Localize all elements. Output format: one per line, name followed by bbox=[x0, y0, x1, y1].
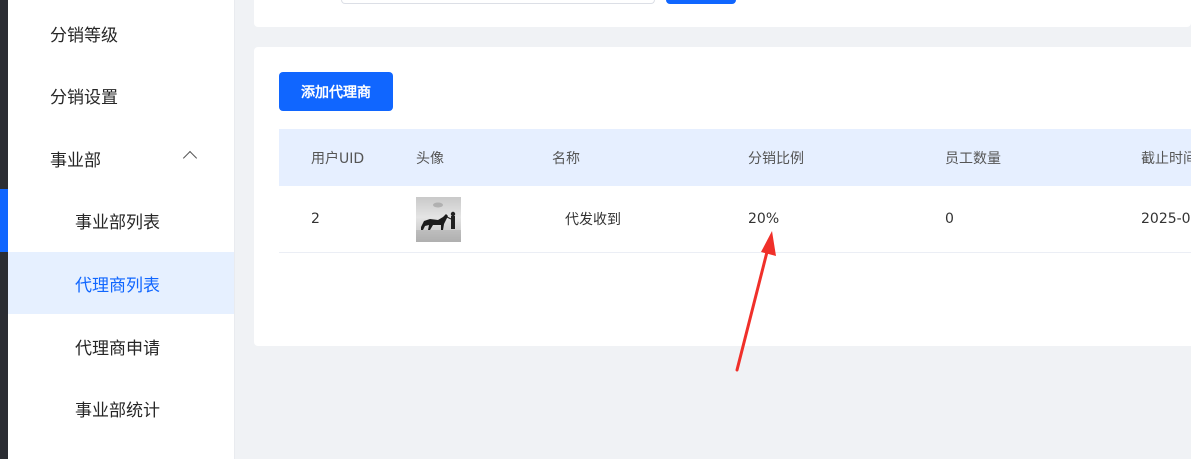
search-button[interactable] bbox=[666, 0, 736, 4]
sidebar-item-agent-list[interactable]: 代理商列表 bbox=[8, 252, 234, 314]
search-card bbox=[254, 0, 1191, 27]
table-header: 用户UID 头像 名称 分销比例 员工数量 截止时间 bbox=[279, 129, 1191, 186]
rail-active-indicator bbox=[0, 189, 8, 252]
table-row[interactable]: 2 代发收到 20% 0 2025-06 bbox=[279, 186, 1191, 253]
sidebar-item-label: 分销等级 bbox=[50, 25, 118, 46]
sidebar-item-label: 分销设置 bbox=[50, 87, 118, 108]
sidebar-item-label: 代理商申请 bbox=[75, 338, 160, 359]
sidebar-item-division-stats[interactable]: 事业部统计 bbox=[8, 377, 234, 439]
search-input[interactable] bbox=[341, 0, 655, 4]
cell-avatar bbox=[416, 186, 461, 252]
cell-deadline: 2025-06 bbox=[1141, 211, 1191, 227]
sidebar-item-distribution-level[interactable]: 分销等级 bbox=[8, 2, 234, 64]
sidebar-group-division[interactable]: 事业部 bbox=[8, 127, 234, 189]
header-name: 名称 bbox=[552, 150, 580, 167]
sidebar-item-label: 事业部 bbox=[50, 150, 101, 171]
sidebar-item-distribution-settings[interactable]: 分销设置 bbox=[8, 64, 234, 126]
sidebar-item-division-list[interactable]: 事业部列表 bbox=[8, 189, 234, 251]
cell-staff-count: 0 bbox=[945, 211, 954, 227]
header-ratio: 分销比例 bbox=[748, 150, 804, 167]
horse-rider-photo-icon bbox=[416, 202, 461, 242]
sidebar-item-label: 事业部统计 bbox=[75, 400, 160, 421]
header-deadline: 截止时间 bbox=[1141, 150, 1191, 167]
sidebar-item-label: 事业部列表 bbox=[75, 212, 160, 233]
cell-name: 代发收到 bbox=[565, 212, 621, 228]
agent-list-card: 添加代理商 用户UID 头像 名称 分销比例 员工数量 截止时间 2 代发收到 … bbox=[254, 47, 1191, 346]
cell-uid: 2 bbox=[311, 211, 320, 227]
sidebar: 分销等级 分销设置 事业部 事业部列表 代理商列表 代理商申请 事业部统计 bbox=[8, 0, 235, 459]
header-staff-count: 员工数量 bbox=[945, 150, 1001, 167]
sidebar-item-agent-application[interactable]: 代理商申请 bbox=[8, 315, 234, 377]
cell-ratio: 20% bbox=[748, 211, 780, 227]
header-uid: 用户UID bbox=[311, 150, 365, 167]
chevron-up-icon bbox=[182, 150, 198, 166]
avatar[interactable] bbox=[416, 196, 461, 242]
header-avatar: 头像 bbox=[416, 150, 444, 167]
sidebar-item-label: 代理商列表 bbox=[75, 275, 160, 296]
agent-table: 用户UID 头像 名称 分销比例 员工数量 截止时间 2 代发收到 20% 0 … bbox=[279, 129, 1191, 253]
add-agent-button[interactable]: 添加代理商 bbox=[279, 72, 393, 111]
